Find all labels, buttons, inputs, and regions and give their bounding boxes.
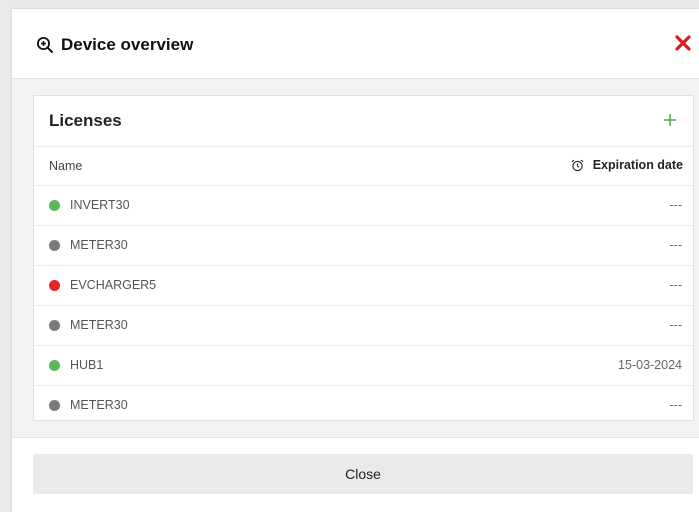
- close-icon[interactable]: [673, 33, 693, 53]
- status-dot-icon: [49, 400, 60, 411]
- add-license-button[interactable]: [659, 109, 681, 131]
- license-expiration: ---: [669, 318, 683, 332]
- modal-body: Licenses Name Expiration date INVERT30 -…: [12, 79, 699, 438]
- column-header-name[interactable]: Name: [49, 159, 82, 173]
- status-dot-icon: [49, 200, 60, 211]
- license-name: METER30: [70, 238, 128, 252]
- license-name: METER30: [70, 318, 128, 332]
- modal-header: Device overview: [12, 9, 699, 79]
- licenses-header: Licenses: [34, 96, 693, 147]
- license-row[interactable]: EVCHARGER5 ---: [34, 266, 693, 306]
- license-row[interactable]: INVERT30 ---: [34, 186, 693, 226]
- licenses-rows: INVERT30 --- METER30 --- EVCHARGER5 --- METER3…: [34, 186, 693, 425]
- license-row[interactable]: METER30 ---: [34, 306, 693, 346]
- zoom-in-icon: [36, 36, 54, 54]
- modal-footer: Close: [12, 438, 699, 512]
- license-row[interactable]: HUB1 15-03-2024: [34, 346, 693, 386]
- status-dot-icon: [49, 280, 60, 291]
- status-dot-icon: [49, 240, 60, 251]
- license-name: EVCHARGER5: [70, 278, 157, 292]
- licenses-table-header: Name Expiration date: [34, 147, 693, 186]
- license-expiration: ---: [669, 198, 683, 212]
- licenses-card: Licenses Name Expiration date INVERT30 -…: [33, 95, 694, 421]
- license-expiration: ---: [669, 398, 683, 412]
- licenses-title: Licenses: [49, 111, 122, 130]
- license-name: METER30: [70, 398, 128, 412]
- license-name: INVERT30: [70, 198, 130, 212]
- license-expiration: ---: [669, 238, 683, 252]
- license-expiration: ---: [669, 278, 683, 292]
- license-row[interactable]: METER30 ---: [34, 386, 693, 425]
- status-dot-icon: [49, 320, 60, 331]
- modal-title: Device overview: [61, 35, 194, 54]
- license-row[interactable]: METER30 ---: [34, 226, 693, 266]
- column-header-expiration[interactable]: Expiration date: [571, 158, 683, 172]
- status-dot-icon: [49, 360, 60, 371]
- license-expiration: 15-03-2024: [618, 358, 682, 372]
- device-overview-modal: Device overview Licenses Name Expiration…: [12, 9, 699, 512]
- license-name: HUB1: [70, 358, 104, 372]
- modal-title-wrap: Device overview: [36, 34, 193, 56]
- alarm-clock-icon: [571, 159, 584, 171]
- column-header-expiration-label: Expiration date: [592, 158, 683, 172]
- plus-icon: [664, 114, 676, 126]
- close-button[interactable]: Close: [33, 454, 693, 494]
